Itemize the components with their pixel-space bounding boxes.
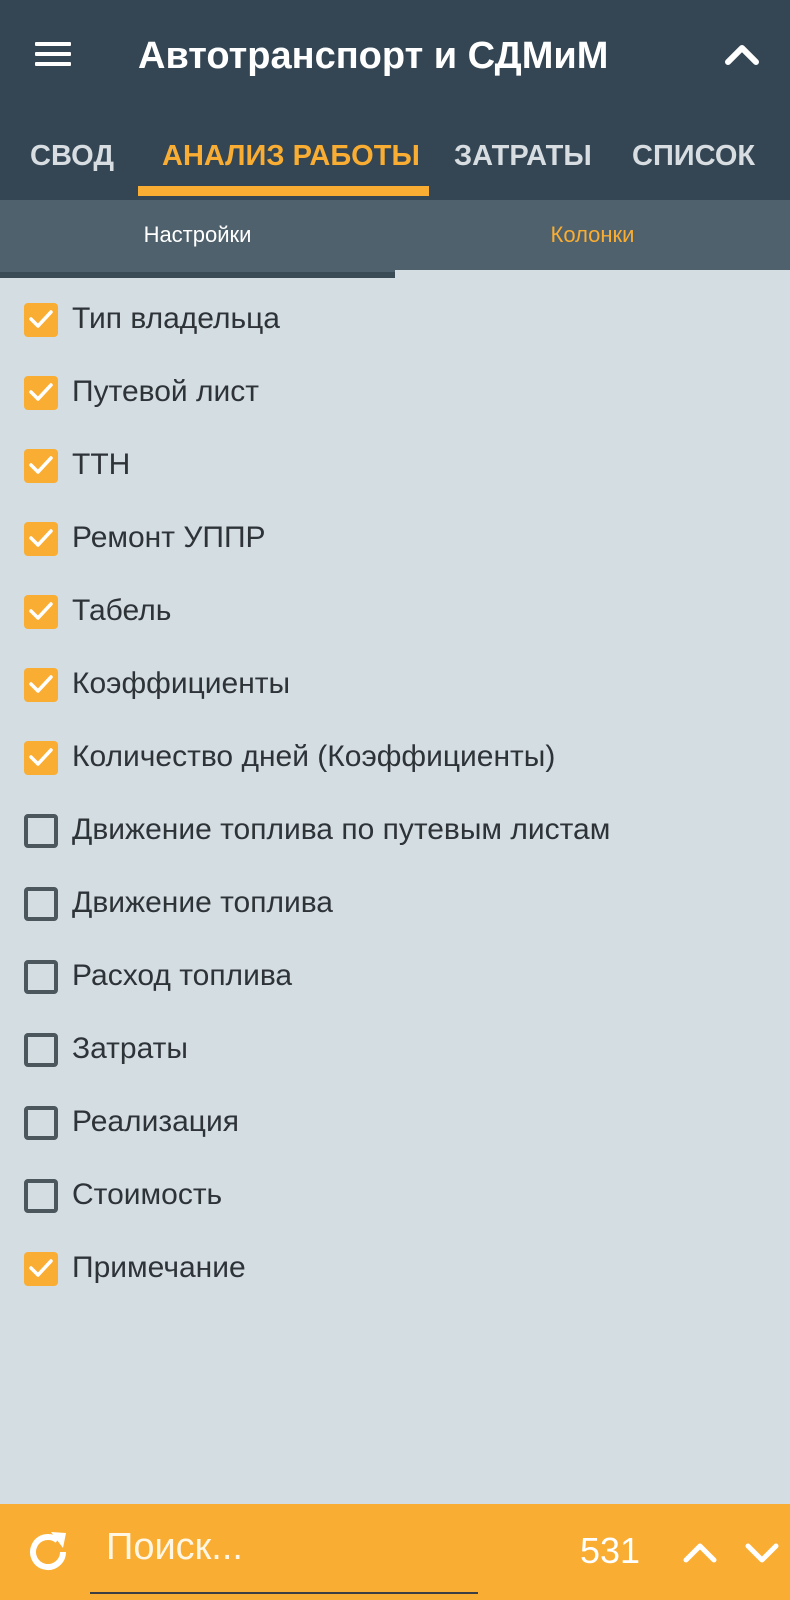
refresh-icon[interactable] (24, 1528, 72, 1576)
column-option-row[interactable]: Примечание (0, 1231, 790, 1304)
column-option-label: Расход топлива (72, 959, 293, 992)
column-option-row[interactable]: Путевой лист (0, 355, 790, 428)
column-option-row[interactable]: Коэффициенты (0, 647, 790, 720)
checkmark-icon (29, 1259, 53, 1277)
checkbox-checked[interactable] (24, 668, 58, 702)
checkmark-icon (29, 383, 53, 401)
search-input[interactable] (106, 1516, 478, 1578)
column-option-label: Количество дней (Коэффициенты) (72, 740, 556, 773)
column-option-label: Затраты (72, 1032, 188, 1065)
column-option-label: Стоимость (72, 1178, 223, 1211)
tab-svod[interactable]: СВОД (30, 128, 114, 200)
column-option-row[interactable]: Движение топлива по путевым листам (0, 793, 790, 866)
column-option-row[interactable]: ТТН (0, 428, 790, 501)
column-option-label: Примечание (72, 1251, 246, 1284)
tab-list[interactable]: СПИСОК (632, 128, 755, 200)
column-option-row[interactable]: Тип владельца (0, 282, 790, 355)
column-option-label: Реализация (72, 1105, 239, 1138)
subtab-active-bar (395, 270, 790, 278)
column-option-row[interactable]: Количество дней (Коэффициенты) (0, 720, 790, 793)
column-option-row[interactable]: Движение топлива (0, 866, 790, 939)
column-option-label: Тип владельца (72, 302, 280, 335)
checkmark-icon (29, 529, 53, 547)
column-option-label: ТТН (72, 448, 131, 481)
column-option-label: Движение топлива по путевым листам (72, 813, 611, 846)
checkbox-unchecked[interactable] (24, 1179, 58, 1213)
hamburger-menu-icon[interactable] (32, 38, 74, 70)
search-underline (90, 1592, 478, 1594)
checkbox-checked[interactable] (24, 522, 58, 556)
chevron-up-icon[interactable] (678, 1530, 722, 1574)
column-option-row[interactable]: Расход топлива (0, 939, 790, 1012)
subtab-settings[interactable]: Настройки (0, 200, 395, 272)
tab-costs[interactable]: ЗАТРАТЫ (454, 128, 592, 200)
checkmark-icon (29, 456, 53, 474)
checkbox-checked[interactable] (24, 303, 58, 337)
column-option-row[interactable]: Табель (0, 574, 790, 647)
checkbox-checked[interactable] (24, 376, 58, 410)
column-option-row[interactable]: Реализация (0, 1085, 790, 1158)
app-screen: Автотранспорт и СДМиМ СВОД АНАЛИЗ РАБОТЫ… (0, 0, 790, 1600)
column-option-label: Табель (72, 594, 172, 627)
active-tab-indicator (138, 186, 429, 196)
column-option-label: Коэффициенты (72, 667, 291, 700)
checkmark-icon (29, 675, 53, 693)
checkbox-unchecked[interactable] (24, 814, 58, 848)
app-title: Автотранспорт и СДМиМ (138, 35, 609, 77)
subtab-underline (0, 272, 395, 278)
column-option-label: Путевой лист (72, 375, 260, 408)
result-count: 531 (580, 1530, 641, 1571)
checkbox-checked[interactable] (24, 1252, 58, 1286)
chevron-down-icon[interactable] (740, 1530, 784, 1574)
checkmark-icon (29, 602, 53, 620)
checkbox-unchecked[interactable] (24, 1033, 58, 1067)
subtab-columns[interactable]: Колонки (395, 200, 790, 272)
column-option-row[interactable]: Затраты (0, 1012, 790, 1085)
checkbox-checked[interactable] (24, 449, 58, 483)
bottom-search-bar: 531 (0, 1504, 790, 1600)
checkbox-unchecked[interactable] (24, 1106, 58, 1140)
chevron-up-icon[interactable] (720, 36, 764, 72)
checkbox-checked[interactable] (24, 741, 58, 775)
checkbox-checked[interactable] (24, 595, 58, 629)
sub-tabs: Настройки Колонки (0, 200, 790, 278)
app-bar: Автотранспорт и СДМиМ СВОД АНАЛИЗ РАБОТЫ… (0, 0, 790, 200)
column-option-row[interactable]: Стоимость (0, 1158, 790, 1231)
main-tabs: СВОД АНАЛИЗ РАБОТЫ ЗАТРАТЫ СПИСОК (0, 128, 790, 200)
checkmark-icon (29, 748, 53, 766)
column-option-label: Ремонт УППР (72, 521, 266, 554)
column-option-label: Движение топлива (72, 886, 333, 919)
checkbox-unchecked[interactable] (24, 887, 58, 921)
checkbox-unchecked[interactable] (24, 960, 58, 994)
column-checkbox-list: Тип владельца Путевой лист ТТН Ремонт УППР Т… (0, 282, 790, 1304)
column-option-row[interactable]: Ремонт УППР (0, 501, 790, 574)
checkmark-icon (29, 310, 53, 328)
